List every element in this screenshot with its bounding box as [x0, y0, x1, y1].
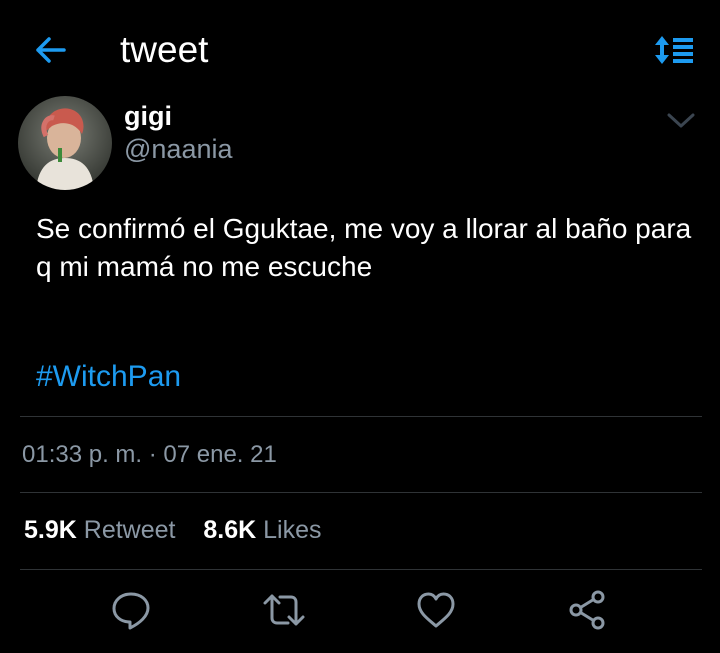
back-button[interactable]	[30, 30, 70, 70]
share-button[interactable]	[566, 588, 610, 632]
retweet-button[interactable]	[262, 588, 306, 632]
heart-icon	[417, 592, 455, 628]
sort-list-icon	[655, 36, 693, 64]
page-title: tweet	[120, 29, 209, 70]
hashtag-link[interactable]: #WitchPan	[36, 358, 181, 396]
top-bar: tweet	[0, 0, 720, 100]
tweet-menu-button[interactable]	[664, 106, 698, 134]
divider	[20, 569, 702, 570]
reply-icon	[112, 592, 150, 630]
avatar[interactable]	[18, 96, 112, 190]
arrow-left-icon	[36, 37, 66, 63]
share-icon	[569, 590, 605, 630]
divider	[20, 492, 702, 493]
chevron-down-icon	[667, 113, 695, 128]
like-count[interactable]: 8.6K	[203, 516, 256, 544]
tweet-stats: 5.9K Retweet 8.6K Likes	[24, 514, 322, 546]
author-name[interactable]: gigi	[124, 100, 172, 132]
like-button[interactable]	[414, 588, 458, 632]
author-handle[interactable]: @naania	[124, 133, 233, 165]
retweet-count[interactable]: 5.9K	[24, 516, 77, 544]
retweet-label[interactable]: Retweet	[84, 516, 176, 544]
sort-button[interactable]	[652, 32, 696, 68]
like-label[interactable]: Likes	[263, 516, 321, 544]
reply-button[interactable]	[109, 588, 153, 632]
retweet-icon	[263, 594, 305, 626]
profile-photo	[18, 96, 112, 190]
tweet-timestamp: 01:33 p. m. · 07 ene. 21	[22, 441, 277, 468]
divider	[20, 416, 702, 417]
tweet-text: Se confirmó el Gguktae, me voy a llorar …	[36, 213, 692, 282]
